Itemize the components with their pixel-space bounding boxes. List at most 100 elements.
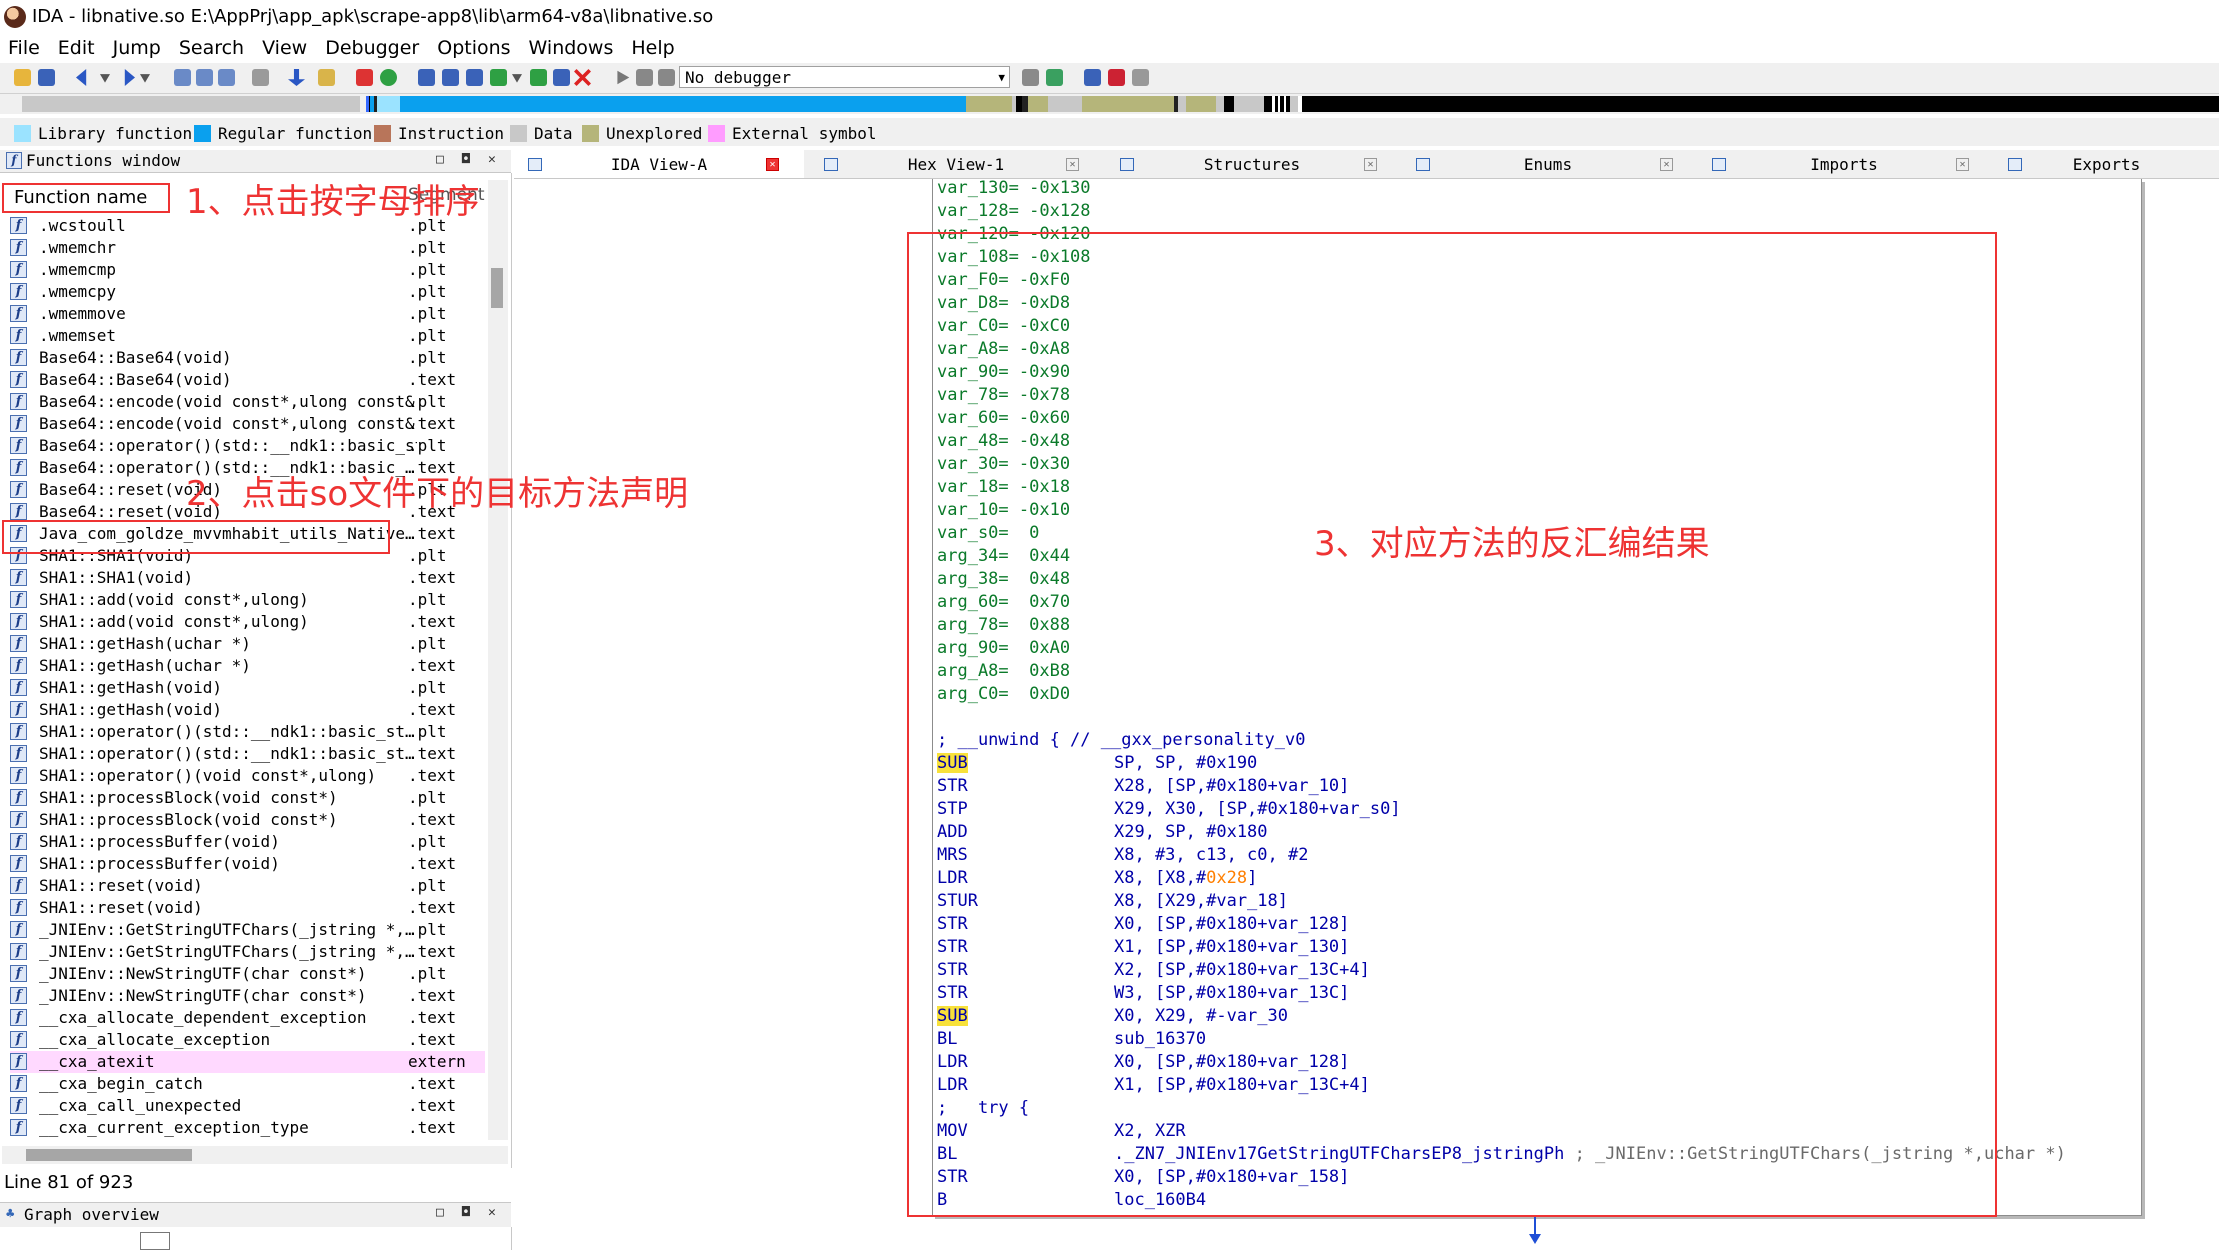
struct-icon[interactable]: [466, 69, 483, 86]
menu-view[interactable]: View: [253, 34, 316, 62]
pause-icon[interactable]: [636, 69, 653, 86]
column-header-function-name[interactable]: Function name: [2, 183, 170, 213]
data-icon[interactable]: [442, 69, 459, 86]
pin-icon[interactable]: ◘: [462, 152, 470, 167]
edit-icon[interactable]: [553, 69, 570, 86]
chevron-down-icon[interactable]: [100, 74, 110, 83]
tab-enums[interactable]: Enums ✕: [1402, 150, 1694, 178]
close-icon[interactable]: ✕: [766, 158, 779, 171]
tab-imports[interactable]: Imports ✕: [1698, 150, 1990, 178]
function-row[interactable]: f _JNIEnv::NewStringUTF(char const*) .text: [10, 985, 485, 1007]
tab-exports[interactable]: Exports: [1994, 150, 2219, 178]
function-row[interactable]: f .wmemcpy .plt: [10, 281, 485, 303]
function-row[interactable]: f _JNIEnv::GetStringUTFChars(_jstring *,……: [10, 919, 485, 941]
horizontal-scrollbar-thumb[interactable]: [26, 1149, 192, 1161]
function-row[interactable]: f SHA1::processBuffer(void) .plt: [10, 831, 485, 853]
function-row[interactable]: f SHA1::operator()(void const*,ulong) .tex…: [10, 765, 485, 787]
breakpoint-list-icon[interactable]: [1084, 69, 1101, 86]
refresh-icon[interactable]: [1046, 69, 1063, 86]
vertical-scrollbar-thumb[interactable]: [491, 268, 503, 308]
function-row[interactable]: f Base64::Base64(void) .plt: [10, 347, 485, 369]
tab-ida-view-a[interactable]: IDA View-A ✕: [514, 150, 804, 178]
code-icon[interactable]: [418, 69, 435, 86]
navigation-band[interactable]: [22, 96, 2219, 112]
tab-hex-view-1[interactable]: Hex View-1 ✕: [810, 150, 1102, 178]
search-next-icon[interactable]: [218, 69, 235, 86]
menu-file[interactable]: File: [0, 34, 49, 62]
stop-icon[interactable]: [658, 69, 675, 86]
close-icon[interactable]: ✕: [488, 1205, 496, 1220]
plus-icon[interactable]: [490, 69, 507, 86]
menu-edit[interactable]: Edit: [49, 34, 104, 62]
menu-search[interactable]: Search: [170, 34, 253, 62]
download-arrow-icon[interactable]: [288, 69, 305, 86]
menu-windows[interactable]: Windows: [520, 34, 623, 62]
close-icon[interactable]: ✕: [1956, 158, 1969, 171]
function-row[interactable]: f _JNIEnv::NewStringUTF(char const*) .plt: [10, 963, 485, 985]
search-text-icon[interactable]: [196, 69, 213, 86]
function-row[interactable]: f __cxa_begin_catch .text: [10, 1073, 485, 1095]
save-icon[interactable]: [38, 69, 55, 86]
stack-variable[interactable]: var_128= -0x128: [937, 200, 1091, 223]
function-row[interactable]: f .wmemset .plt: [10, 325, 485, 347]
script-icon[interactable]: [318, 69, 335, 86]
menu-jump[interactable]: Jump: [104, 34, 170, 62]
function-row[interactable]: f SHA1::reset(void) .plt: [10, 875, 485, 897]
stack-variable[interactable]: var_130= -0x130: [937, 177, 1091, 200]
function-row[interactable]: f __cxa_allocate_dependent_exception .text: [10, 1007, 485, 1029]
forward-arrow-icon[interactable]: [124, 69, 135, 86]
remove-breakpoint-icon[interactable]: [1132, 69, 1149, 86]
add-breakpoint-icon[interactable]: [1108, 69, 1125, 86]
function-row[interactable]: f Base64::encode(void const*,ulong const&…: [10, 391, 485, 413]
function-row[interactable]: f __cxa_allocate_exception .text: [10, 1029, 485, 1051]
function-row[interactable]: f SHA1::SHA1(void) .text: [10, 567, 485, 589]
menu-debugger[interactable]: Debugger: [316, 34, 428, 62]
restore-icon[interactable]: □: [436, 1205, 444, 1220]
close-icon[interactable]: ✕: [1660, 158, 1673, 171]
search-binary-icon[interactable]: [174, 69, 191, 86]
green-circle-icon[interactable]: [380, 69, 397, 86]
function-row[interactable]: f SHA1::reset(void) .text: [10, 897, 485, 919]
function-row[interactable]: f SHA1::processBuffer(void) .text: [10, 853, 485, 875]
function-row[interactable]: f .wmemmove .plt: [10, 303, 485, 325]
close-icon[interactable]: ✕: [488, 152, 496, 167]
function-row[interactable]: f _JNIEnv::GetStringUTFChars(_jstring *,……: [10, 941, 485, 963]
function-add-icon[interactable]: [530, 69, 547, 86]
menu-options[interactable]: Options: [428, 34, 519, 62]
pin-icon[interactable]: ◘: [462, 1205, 470, 1220]
back-arrow-icon[interactable]: [76, 69, 87, 86]
function-row[interactable]: f SHA1::add(void const*,ulong) .text: [10, 611, 485, 633]
menu-help[interactable]: Help: [622, 34, 683, 62]
function-row[interactable]: f SHA1::processBlock(void const*) .text: [10, 809, 485, 831]
delete-icon[interactable]: [574, 69, 591, 86]
function-row[interactable]: f __cxa_current_exception_type .text: [10, 1117, 485, 1139]
function-row[interactable]: f SHA1::getHash(uchar *) .text: [10, 655, 485, 677]
close-icon[interactable]: ✕: [1364, 158, 1377, 171]
restore-icon[interactable]: □: [436, 152, 444, 167]
close-icon[interactable]: ✕: [1066, 158, 1079, 171]
function-row[interactable]: f .wmemchr .plt: [10, 237, 485, 259]
function-row[interactable]: f SHA1::add(void const*,ulong) .plt: [10, 589, 485, 611]
print-icon[interactable]: [252, 69, 269, 86]
function-row[interactable]: f __cxa_call_unexpected .text: [10, 1095, 485, 1117]
open-folder-icon[interactable]: [14, 69, 31, 86]
attach-icon[interactable]: [1022, 69, 1039, 86]
graph-icon[interactable]: [356, 69, 373, 86]
function-row[interactable]: f Base64::operator()(std::__ndk1::basic_s…: [10, 435, 485, 457]
vertical-scrollbar[interactable]: [488, 180, 508, 1140]
function-row[interactable]: f .wmemcmp .plt: [10, 259, 485, 281]
function-row[interactable]: f SHA1::processBlock(void const*) .plt: [10, 787, 485, 809]
chevron-down-icon[interactable]: [512, 74, 522, 83]
play-icon[interactable]: [617, 70, 630, 85]
function-row[interactable]: f SHA1::getHash(void) .text: [10, 699, 485, 721]
tab-structures[interactable]: Structures ✕: [1106, 150, 1398, 178]
debugger-select[interactable]: No debugger ▼: [679, 66, 1010, 88]
graph-overview-panel[interactable]: [0, 1227, 512, 1250]
chevron-down-icon[interactable]: [140, 74, 150, 83]
function-row[interactable]: f SHA1::operator()(std::__ndk1::basic_st……: [10, 721, 485, 743]
graph-overview-viewport[interactable]: [140, 1232, 170, 1250]
function-row[interactable]: f SHA1::getHash(void) .plt: [10, 677, 485, 699]
function-row[interactable]: f Base64::encode(void const*,ulong const&…: [10, 413, 485, 435]
function-row[interactable]: f SHA1::operator()(std::__ndk1::basic_st……: [10, 743, 485, 765]
function-row[interactable]: f SHA1::getHash(uchar *) .plt: [10, 633, 485, 655]
